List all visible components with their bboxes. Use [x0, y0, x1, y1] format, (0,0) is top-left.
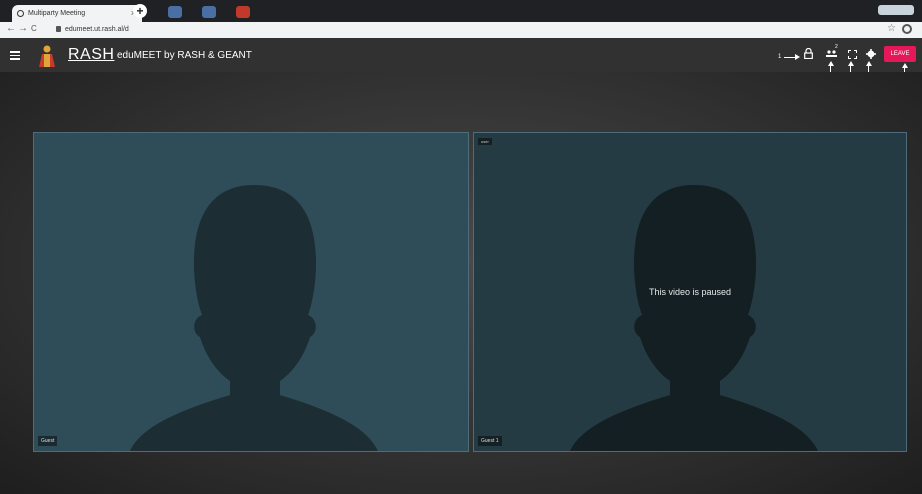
app-bar: RASH eduMEET by RASH & GEANT 1 2 LEAVE 2…: [0, 38, 922, 80]
app-title: eduMEET by RASH & GEANT: [117, 50, 252, 61]
annotation-arrowhead: [866, 61, 872, 66]
peer-name-tag: Guest: [38, 436, 58, 446]
bookmark-star-icon[interactable]: ☆: [887, 23, 896, 34]
peer-tile[interactable]: Guest: [33, 132, 469, 452]
annotation-arrowhead: [848, 61, 854, 66]
peer-top-label: user: [478, 138, 492, 145]
leave-button[interactable]: LEAVE: [884, 46, 916, 62]
video-paused-overlay: This video is paused: [648, 287, 732, 297]
browser-tab[interactable]: Multiparty Meeting ×: [12, 5, 142, 22]
menu-icon[interactable]: [10, 51, 20, 60]
browser-extension-icon[interactable]: [202, 6, 216, 18]
window-controls[interactable]: [878, 5, 914, 15]
url-text: edumeet.ut.rash.al/d: [65, 26, 129, 33]
back-icon[interactable]: ←: [6, 23, 16, 34]
annotation-1: 1: [778, 54, 782, 60]
peer-tile[interactable]: user This video is paused Guest 1: [473, 132, 907, 452]
new-tab-button[interactable]: +: [133, 4, 147, 18]
room-lock-icon[interactable]: [804, 48, 813, 59]
profile-icon[interactable]: [902, 24, 912, 34]
lock-icon: [56, 26, 61, 32]
meeting-stage: Guest user This video is paused Guest 1: [0, 72, 922, 494]
participants-icon[interactable]: [826, 50, 837, 58]
tab-favicon-icon: [17, 10, 24, 17]
rash-logo-icon: [39, 45, 55, 67]
brand-logo-text: RASH: [68, 46, 115, 63]
peer-name-tag: Guest 1: [478, 436, 502, 446]
annotation-arrowhead: [828, 61, 834, 66]
annotation-arrowhead: [902, 63, 908, 68]
browser-tab-strip: Multiparty Meeting × +: [0, 0, 922, 22]
fullscreen-icon[interactable]: [848, 50, 857, 59]
browser-extension-icon[interactable]: [168, 6, 182, 18]
reload-icon[interactable]: C: [31, 24, 37, 33]
annotation-arrowhead: [795, 54, 800, 60]
avatar-silhouette-icon: [130, 185, 378, 451]
participants-count-badge: 2: [835, 44, 838, 50]
forward-icon[interactable]: →: [18, 23, 28, 34]
settings-icon[interactable]: [866, 49, 876, 59]
browser-extension-icon[interactable]: [236, 6, 250, 18]
url-field[interactable]: edumeet.ut.rash.al/d: [56, 24, 876, 36]
tab-title: Multiparty Meeting: [28, 10, 86, 17]
browser-address-bar: ← → C edumeet.ut.rash.al/d ☆: [0, 22, 922, 39]
